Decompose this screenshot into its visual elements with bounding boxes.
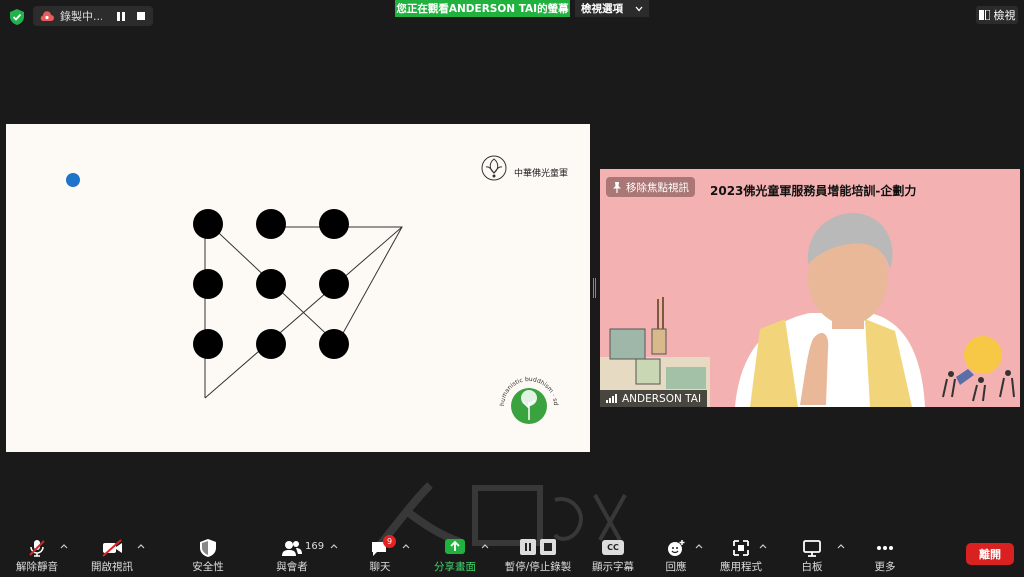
chevron-up-icon[interactable] xyxy=(694,541,704,551)
participant-count: 169 xyxy=(305,541,325,552)
unpin-video-button[interactable]: 移除焦點視訊 xyxy=(606,177,695,197)
buddha-light-scouts-logo xyxy=(481,155,507,181)
emoji-reaction-icon xyxy=(668,540,685,556)
recording-label: 錄製中... xyxy=(60,10,102,23)
microphone-muted-icon xyxy=(29,540,45,557)
unmute-label: 解除靜音 xyxy=(16,561,58,573)
shield-check-icon[interactable] xyxy=(10,9,24,25)
chevron-up-icon[interactable] xyxy=(401,541,411,551)
cloud-recording-icon xyxy=(40,11,54,21)
view-options-label: 檢視選項 xyxy=(581,3,623,15)
share-screen-button[interactable]: 分享畫面 xyxy=(431,538,479,574)
chevron-up-icon[interactable] xyxy=(59,541,69,551)
puzzle-dot xyxy=(319,329,349,359)
share-screen-icon xyxy=(445,539,465,554)
video-frame xyxy=(600,213,1015,407)
reactions-label: 回應 xyxy=(665,561,687,573)
chat-unread-badge: 9 xyxy=(383,535,396,548)
leave-meeting-button[interactable]: 離開 xyxy=(966,543,1014,565)
pause-recording-button[interactable] xyxy=(114,9,128,23)
start-video-button[interactable]: 開啟視訊 xyxy=(89,538,135,574)
pin-icon xyxy=(613,181,621,193)
participant-name-tag: ANDERSON TAI xyxy=(600,390,708,407)
view-options-button[interactable]: 檢視選項 xyxy=(575,0,649,17)
pause-stop-icon xyxy=(520,539,556,555)
apps-label: 應用程式 xyxy=(720,561,762,573)
participants-icon xyxy=(282,541,302,556)
puzzle-dot xyxy=(256,329,286,359)
puzzle-dot xyxy=(256,209,286,239)
chevron-up-icon[interactable] xyxy=(329,541,339,551)
security-button[interactable]: 安全性 xyxy=(190,538,226,574)
whiteboard-label: 白板 xyxy=(801,561,823,573)
puzzle-dot xyxy=(319,269,349,299)
view-layout-label: 檢視 xyxy=(993,9,1016,22)
layout-icon xyxy=(978,10,990,20)
speaker-video: 移除焦點視訊 2023佛光童軍服務員增能培訓-企劃力 ANDERSON TAI xyxy=(600,169,1020,407)
solution-path-left xyxy=(204,218,403,398)
participant-name: ANDERSON TAI xyxy=(622,392,702,405)
chevron-up-icon[interactable] xyxy=(758,541,768,551)
puzzle-dot xyxy=(193,329,223,359)
chevron-up-icon[interactable] xyxy=(836,541,846,551)
stop-recording-button[interactable] xyxy=(134,9,148,23)
pause-stop-recording-label: 暫停/停止錄製 xyxy=(504,561,572,573)
puzzle-dot xyxy=(319,209,349,239)
shield-icon xyxy=(200,539,216,557)
shared-screen: 中華佛光童軍 humanistic buddhism · sdgs connec… xyxy=(6,124,590,452)
solution-path-diagonal xyxy=(204,226,403,399)
pause-icon xyxy=(117,11,125,21)
chat-label: 聊天 xyxy=(369,561,391,573)
whiteboard-icon xyxy=(803,540,821,557)
apps-icon xyxy=(733,540,749,556)
participants-label: 與會者 xyxy=(276,561,308,573)
recording-indicator: 錄製中... xyxy=(33,6,153,26)
more-label: 更多 xyxy=(874,561,896,573)
unpin-video-label: 移除焦點視訊 xyxy=(626,181,689,194)
more-dots-icon xyxy=(877,546,893,550)
chevron-up-icon[interactable] xyxy=(480,541,490,551)
chevron-up-icon[interactable] xyxy=(136,541,146,551)
whiteboard-button[interactable]: 白板 xyxy=(797,538,827,574)
security-label: 安全性 xyxy=(192,561,224,573)
chevron-down-icon xyxy=(635,6,643,11)
puzzle-dot xyxy=(193,269,223,299)
puzzle-dot xyxy=(256,269,286,299)
start-video-label: 開啟視訊 xyxy=(91,561,133,573)
signal-strength-icon xyxy=(606,394,617,403)
pointer-dot xyxy=(66,173,80,187)
more-button[interactable]: 更多 xyxy=(870,538,900,574)
captions-button[interactable]: CC 顯示字幕 xyxy=(590,538,636,574)
stop-icon xyxy=(137,12,145,20)
video-camera-off-icon xyxy=(102,539,122,557)
captions-label: 顯示字幕 xyxy=(592,561,634,573)
pause-stop-recording-button[interactable]: 暫停/停止錄製 xyxy=(503,538,573,574)
closed-captions-icon: CC xyxy=(602,540,624,555)
unmute-button[interactable]: 解除靜音 xyxy=(14,538,60,574)
view-layout-button[interactable]: 檢視 xyxy=(976,6,1018,24)
viewing-share-banner: 您正在觀看ANDERSON TAI的螢幕 xyxy=(395,0,570,17)
split-drag-handle[interactable] xyxy=(593,278,596,298)
video-background-title: 2023佛光童軍服務員增能培訓-企劃力 xyxy=(710,184,917,198)
organization-name: 中華佛光童軍 xyxy=(514,169,569,179)
sdgs-tree-badge: humanistic buddhism · sdgs connect · cre… xyxy=(496,374,559,424)
reactions-button[interactable]: 回應 xyxy=(661,538,691,574)
share-screen-label: 分享畫面 xyxy=(434,561,476,573)
puzzle-dot xyxy=(193,209,223,239)
